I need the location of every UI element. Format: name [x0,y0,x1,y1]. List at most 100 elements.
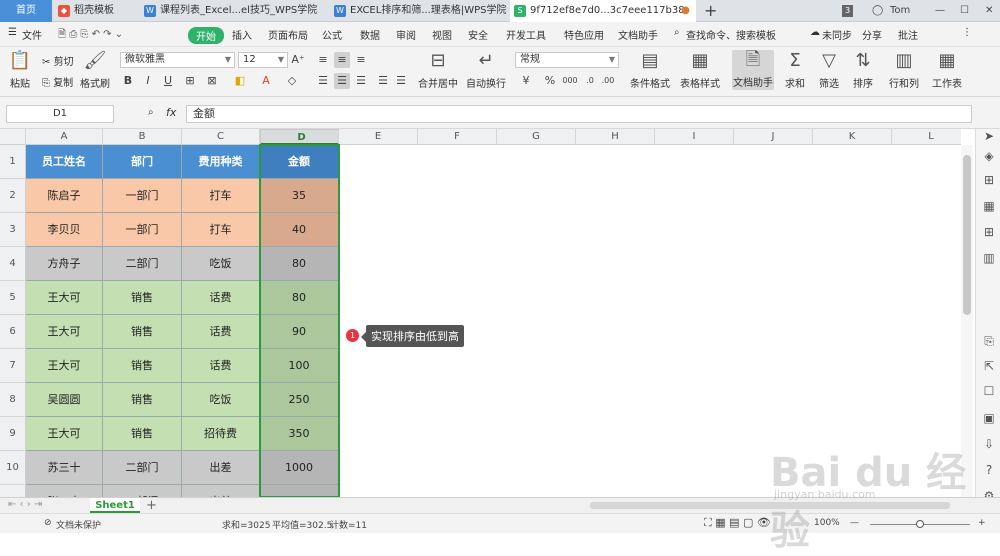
column-header[interactable]: H [576,129,655,145]
worksheet-button[interactable]: ▦ 工作表 [930,51,964,91]
conditional-format-button[interactable]: ▤ 条件格式 [628,51,672,91]
row-header[interactable]: 1 [0,145,26,179]
table-cell[interactable]: 二部门 [103,247,182,281]
window-count-badge[interactable]: 3 [842,5,854,17]
align-middle-icon[interactable]: ≡ [334,52,350,68]
filter-button[interactable]: ▽ 筛选 [814,51,844,91]
table-cell[interactable]: 吃饭 [182,383,260,417]
tab-active-sheet[interactable]: S 9f712ef8e7d0...3c7eee117b38 ● [510,0,696,22]
table-icon[interactable]: ⊞ [982,173,996,187]
increase-decimal-icon[interactable]: .0 [582,73,598,89]
column-header[interactable]: F [418,129,497,145]
table-cell[interactable]: 方舟子 [26,247,103,281]
tab-docer[interactable]: ◆ 稻壳模板 [54,0,136,22]
menu-insert[interactable]: 插入 [232,27,252,42]
table-cell[interactable]: 出差 [182,485,260,497]
comment-button[interactable]: 批注 [898,27,918,42]
wrap-text-button[interactable]: ↵ 自动换行 [466,51,506,91]
table-cell[interactable]: 话费 [182,349,260,383]
search-icon[interactable]: ⌕ [674,27,680,38]
table-cell[interactable]: 1000 [260,485,339,497]
align-center-icon[interactable]: ☰ [334,73,350,89]
italic-icon[interactable]: I [140,73,156,89]
number-format-select[interactable]: 常规 ▼ [515,52,619,68]
column-header[interactable]: E [339,129,418,145]
table-cell[interactable]: 王大可 [26,417,103,451]
table-header-cell[interactable]: 员工姓名 [26,145,103,179]
menu-review[interactable]: 审阅 [396,27,416,42]
row-header[interactable]: 7 [0,349,26,383]
thousands-icon[interactable]: 000 [562,73,578,89]
table-cell[interactable]: 苏三十 [26,451,103,485]
backup-icon[interactable]: ⎘ [982,334,996,348]
column-header[interactable]: I [655,129,734,145]
shapes-icon[interactable]: ◈ [982,149,996,163]
decrease-decimal-icon[interactable]: .00 [600,73,616,89]
table-cell[interactable]: 王大可 [26,349,103,383]
menu-file[interactable]: 文件 [22,27,42,42]
align-right-icon[interactable]: ☰ [353,73,369,89]
table-cell[interactable]: 销售 [103,281,182,315]
menu-icon[interactable]: ☰ [8,27,17,38]
fill-color-icon[interactable]: ◧ [232,73,248,89]
table-cell[interactable]: 40 [260,213,339,247]
table-cell[interactable]: 话费 [182,281,260,315]
row-header[interactable]: 5 [0,281,26,315]
underline-icon[interactable]: U [160,73,176,89]
rows-cols-button[interactable]: ▥ 行和列 [882,51,926,91]
view-mode-icons[interactable]: ⛶ ▦ ▤ ▢ 👁 [704,516,771,530]
table-cell[interactable]: 陈启子 [26,179,103,213]
protect-status[interactable]: 文档未保护 [56,518,101,531]
currency-icon[interactable]: ¥ [518,73,534,89]
align-bottom-icon[interactable]: ≡ [353,52,369,68]
clear-format-icon[interactable]: ◇ [284,73,300,89]
menu-formula[interactable]: 公式 [322,27,342,42]
table-cell[interactable]: 二部门 [103,451,182,485]
table-cell[interactable]: 1000 [260,451,339,485]
align-top-icon[interactable]: ≡ [315,52,331,68]
tab-home[interactable]: 首页 [0,0,52,22]
avatar[interactable]: ◯ [872,0,883,22]
column-header[interactable]: G [497,129,576,145]
row-header[interactable]: 9 [0,417,26,451]
cut-button[interactable]: ✂ 剪切 [42,53,74,68]
row-header[interactable]: 2 [0,179,26,213]
maximize-icon[interactable]: ☐ [960,0,969,22]
table-cell[interactable]: 招待费 [182,417,260,451]
table-cell[interactable]: 张三丰 [26,485,103,497]
more-icon[interactable]: ⋮ [962,27,972,38]
table-cell[interactable]: 80 [260,247,339,281]
quick-access-icons[interactable]: 🗎 ⎙ ⎘ ↶ ↷ ⌄ [58,27,123,44]
row-header[interactable]: 3 [0,213,26,247]
sheet-nav-icons[interactable]: ⇤ ‹ › ⇥ [8,499,42,510]
column-header[interactable]: D [260,129,339,145]
archive-icon[interactable]: ☐ [982,384,996,398]
command-search[interactable]: 查找命令、搜索模板 [686,27,776,42]
table-header-cell[interactable]: 金额 [260,145,339,179]
table-cell[interactable]: 100 [260,349,339,383]
border-icon[interactable]: ⊞ [182,73,198,89]
row-header[interactable]: 6 [0,315,26,349]
table-header-cell[interactable]: 费用种类 [182,145,260,179]
cursor-icon[interactable]: ➤ [982,129,996,143]
menu-features[interactable]: 特色应用 [564,27,604,42]
tab-excel-sort[interactable]: W EXCEL排序和筛...理表格|WPS学院 [330,0,506,22]
row-header[interactable]: 8 [0,383,26,417]
add-sheet-button[interactable]: + [146,498,157,513]
format-painter-button[interactable]: 🖌 格式刷 [78,51,112,91]
paste-button[interactable]: 📋 粘贴 [6,51,34,91]
menu-view[interactable]: 视图 [432,27,452,42]
table-cell[interactable]: 90 [260,315,339,349]
table-cell[interactable]: 销售 [103,383,182,417]
row-header[interactable]: 10 [0,451,26,485]
menu-security[interactable]: 安全 [468,27,488,42]
sort-button[interactable]: ⇅ 排序 [848,51,878,91]
scroll-thumb[interactable] [963,155,971,315]
table-cell[interactable]: 吃饭 [182,247,260,281]
table-cell[interactable]: 一部门 [103,213,182,247]
sheet-tab[interactable]: Sheet1 [90,498,140,513]
increase-font-icon[interactable]: A⁺ [290,52,306,68]
copy-button[interactable]: ⎘ 复制 [42,74,73,89]
name-box[interactable]: D1 [6,105,114,123]
table-cell[interactable]: 二部门 [103,485,182,497]
